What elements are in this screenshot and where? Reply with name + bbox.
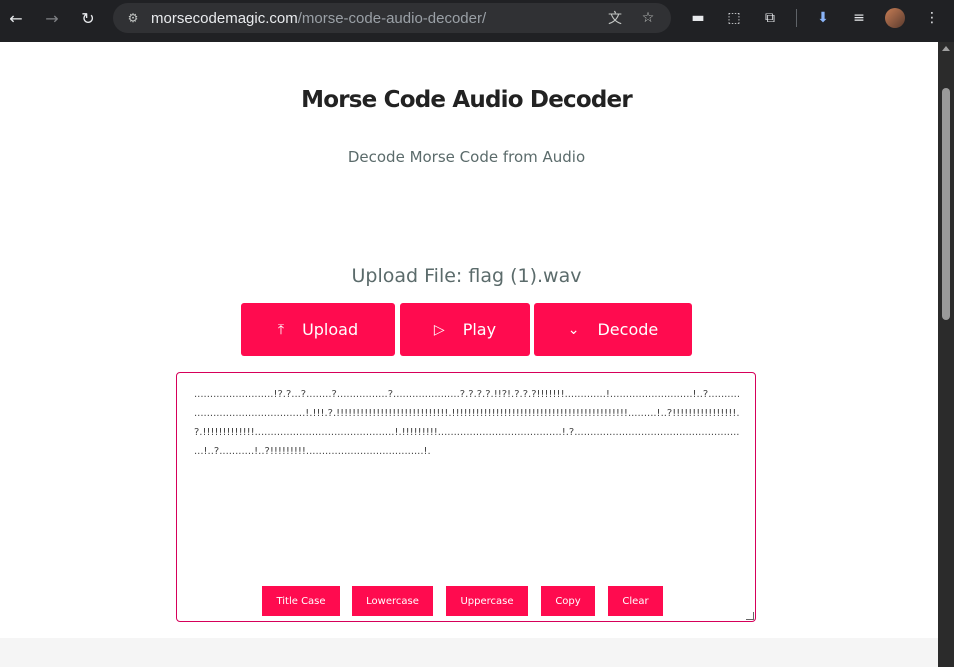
reload-icon[interactable]: ↻ bbox=[76, 6, 100, 30]
scroll-up-arrow-icon[interactable] bbox=[942, 46, 950, 51]
lowercase-button[interactable]: Lowercase bbox=[352, 586, 433, 616]
upload-button-label: Upload bbox=[302, 320, 359, 339]
upload-icon: ⤒ bbox=[277, 321, 285, 338]
url-domain: morsecodemagic.com bbox=[151, 9, 298, 27]
profile-avatar[interactable] bbox=[885, 8, 905, 28]
hat-extension-icon[interactable]: ▬ bbox=[687, 7, 709, 29]
play-icon: ▷ bbox=[433, 321, 445, 338]
page-content: Morse Code Audio Decoder Decode Morse Co… bbox=[0, 42, 938, 667]
clear-button[interactable]: Clear bbox=[608, 586, 663, 616]
copy-button[interactable]: Copy bbox=[541, 586, 595, 616]
back-arrow-icon[interactable]: ← bbox=[4, 6, 28, 30]
screenshot-icon[interactable]: ⬚ bbox=[723, 7, 745, 29]
decoded-output-text: .........................!?.?...?.......… bbox=[194, 389, 741, 457]
upload-button[interactable]: ⤒ Upload bbox=[241, 303, 395, 356]
browser-toolbar: ← → ↻ ⚙ morsecodemagic.com/morse-code-au… bbox=[0, 0, 954, 42]
site-info-icon[interactable]: ⚙ bbox=[121, 6, 145, 30]
scrollbar-thumb[interactable] bbox=[942, 88, 950, 320]
menu-kebab-icon[interactable]: ⋮ bbox=[921, 7, 943, 29]
decode-chevron-icon: ⌄ bbox=[567, 321, 580, 338]
forward-arrow-icon[interactable]: → bbox=[40, 6, 64, 30]
play-button[interactable]: ▷ Play bbox=[400, 303, 530, 356]
page-scrollbar[interactable] bbox=[938, 42, 954, 667]
decode-button-label: Decode bbox=[597, 320, 659, 339]
decoded-output-textarea[interactable]: .........................!?.?...?.......… bbox=[176, 372, 756, 622]
decode-button[interactable]: ⌄ Decode bbox=[534, 303, 692, 356]
play-button-label: Play bbox=[462, 320, 497, 339]
upload-file-label: Upload File: flag (1).wav bbox=[351, 265, 582, 287]
download-icon[interactable]: ⬇ bbox=[812, 7, 834, 29]
page-title: Morse Code Audio Decoder bbox=[301, 87, 633, 113]
bookmark-star-icon[interactable]: ☆ bbox=[637, 7, 659, 29]
uppercase-button[interactable]: Uppercase bbox=[446, 586, 528, 616]
page-subtitle: Decode Morse Code from Audio bbox=[347, 148, 586, 166]
url-text[interactable]: morsecodemagic.com/morse-code-audio-deco… bbox=[151, 10, 486, 27]
resize-handle[interactable] bbox=[746, 612, 754, 620]
address-bar[interactable]: ⚙ morsecodemagic.com/morse-code-audio-de… bbox=[113, 3, 671, 33]
translate-icon[interactable]: 文 bbox=[604, 7, 626, 29]
page-footer-band bbox=[0, 638, 938, 667]
media-control-icon[interactable]: ≡ bbox=[848, 7, 870, 29]
toolbar-divider bbox=[796, 9, 797, 27]
url-path: /morse-code-audio-decoder/ bbox=[297, 9, 487, 27]
extensions-puzzle-icon[interactable]: ⧉ bbox=[759, 7, 781, 29]
title-case-button[interactable]: Title Case bbox=[262, 586, 340, 616]
